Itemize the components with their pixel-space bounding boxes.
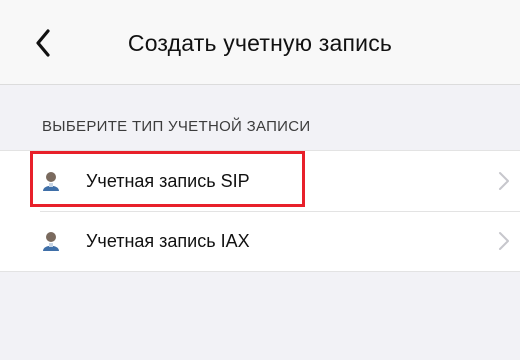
navigation-bar: Создать учетную запись — [0, 0, 520, 85]
user-avatar-icon — [43, 172, 59, 191]
account-option-iax[interactable]: Учетная запись IAX — [0, 211, 520, 271]
account-type-list: Учетная запись SIP Учетная запись IAX — [0, 150, 520, 272]
account-option-label: Учетная запись SIP — [86, 170, 250, 191]
section-header: ВЫБЕРИТЕ ТИП УЧЕТНОЙ ЗАПИСИ — [42, 118, 311, 135]
page-title: Создать учетную запись — [127, 30, 393, 56]
account-option-sip[interactable]: Учетная запись SIP — [0, 151, 520, 211]
user-avatar-icon — [43, 232, 59, 251]
chevron-right-icon — [499, 232, 509, 250]
chevron-right-icon — [499, 172, 509, 190]
account-option-label: Учетная запись IAX — [86, 230, 250, 251]
create-account-screen: Создать учетную запись ВЫБЕРИТЕ ТИП УЧЕТ… — [0, 0, 520, 360]
